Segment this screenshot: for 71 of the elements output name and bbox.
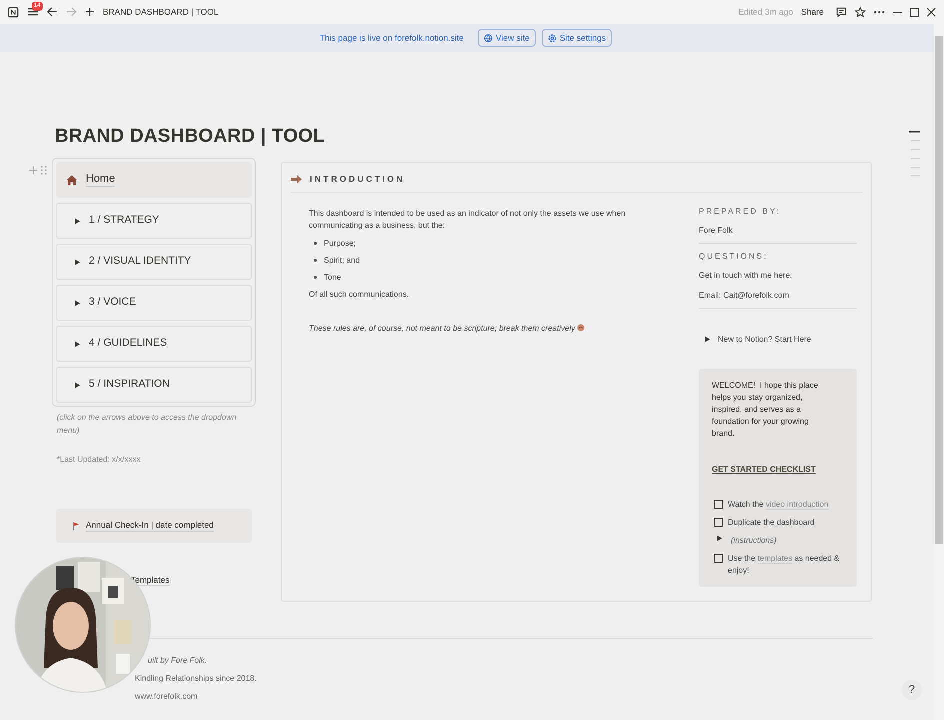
bullet-icon (314, 258, 317, 262)
site-button[interactable]: View site (478, 29, 536, 47)
triangle-icon[interactable] (716, 534, 723, 542)
section-heading: INTRODUCTION (310, 173, 406, 186)
home-link[interactable]: Home (56, 162, 252, 198)
section-toggle[interactable]: 3 / VOICE (56, 285, 252, 321)
notion-guide-toggle[interactable]: New to Notion? Start Here (699, 334, 857, 346)
menu-icon[interactable] (27, 7, 39, 17)
author-name: Fore Folk (699, 224, 857, 244)
settings-icon (548, 34, 557, 42)
section-toggle[interactable]: 4 / GUIDELINES (56, 326, 252, 362)
flag-icon (73, 522, 80, 530)
share-button[interactable]: Share (801, 6, 824, 18)
section-toggle[interactable]: 5 / INSPIRATION (56, 367, 252, 403)
app-logo-icon (8, 6, 19, 18)
prepared-by-label: PREPARED BY: (699, 206, 782, 218)
intro-paragraph: This dashboard is intended to be used as an indicator of not only the assets we use when communicating as a business, but the: (309, 208, 627, 232)
live-site-message: This page is live on forefolk.notion.site (320, 32, 464, 44)
check-in-link[interactable]: Annual Check-In | date completed (86, 520, 214, 532)
triangle-icon[interactable] (74, 218, 81, 224)
checklist-item-text: Duplicate the dashboard (728, 516, 815, 529)
page-heading: BRAND DASHBOARD | TOOL (55, 125, 326, 149)
contact-text: Email: Cait@forefolk.com (699, 290, 790, 302)
checkbox[interactable] (714, 554, 723, 563)
outline-icon[interactable] (909, 131, 920, 177)
closing-text: Of all such communications. (309, 288, 410, 301)
back-arrow-icon[interactable] (47, 7, 58, 17)
triangle-icon[interactable] (74, 258, 81, 266)
site-button[interactable]: Site settings (542, 29, 612, 47)
star-icon[interactable] (855, 6, 866, 18)
section-toggle[interactable]: 1 / STRATEGY (56, 203, 252, 239)
navigation-hint: (click on the arrows above to access the dropdown menu) (56, 412, 238, 437)
page-title: BRAND DASHBOARD | TOOL (103, 6, 219, 18)
footer-text: uilt by Fore Folk. (147, 655, 208, 666)
checkbox[interactable] (714, 518, 723, 527)
bullet-icon (314, 242, 317, 245)
triangle-icon[interactable] (74, 300, 81, 306)
home-icon (66, 174, 78, 186)
comment-icon[interactable] (836, 6, 847, 18)
triangle-icon[interactable] (74, 340, 81, 348)
edited-time: Edited 3m ago (738, 6, 794, 18)
maximize-icon[interactable] (910, 8, 919, 16)
plus-icon[interactable] (85, 7, 95, 17)
footer-text: Kindling Relationships since 2018. (135, 673, 258, 684)
contact-text: Get in touch with me here: (699, 270, 794, 282)
arrow-icon (291, 174, 302, 184)
checkbox[interactable] (714, 500, 723, 509)
bullet-icon (314, 276, 317, 279)
footer-text: www.forefolk.com (135, 691, 199, 702)
note-text: These rules are, of course, not meant to be scripture; break them creatively (309, 322, 576, 335)
drag-handle-icon[interactable] (41, 166, 47, 175)
bullet-text: Spirit; and (324, 254, 360, 267)
checklist-item-text: Watch the video introduction (728, 498, 829, 511)
welcome-message: WELCOME! I hope this place helps you stay organized, inspired, and serves as a foundation for your growing brand. (712, 380, 820, 440)
last-updated-note: *Last Updated: x/x/xxxx (56, 454, 142, 466)
help-button[interactable]: ? (902, 680, 922, 700)
checklist-item-text: Use the templates as needed & enjoy! (728, 552, 841, 577)
triangle-icon[interactable] (704, 336, 711, 344)
emoji-icon (577, 324, 586, 332)
triangle-icon[interactable] (74, 382, 81, 388)
scrollbar-track[interactable] (934, 24, 944, 720)
bullet-text: Tone (324, 272, 342, 284)
checklist-heading: GET STARTED CHECKLIST (712, 464, 817, 476)
scrollbar-thumb[interactable] (935, 36, 943, 544)
more-icon[interactable] (874, 10, 885, 14)
close-icon[interactable] (927, 8, 936, 16)
toggle-text[interactable]: (instructions) (731, 534, 777, 547)
section-toggle[interactable]: 2 / VISUAL IDENTITY (56, 244, 252, 280)
bullet-text: Purpose; (324, 238, 356, 250)
globe-icon (484, 34, 493, 42)
questions-label: QUESTIONS: (699, 250, 770, 263)
